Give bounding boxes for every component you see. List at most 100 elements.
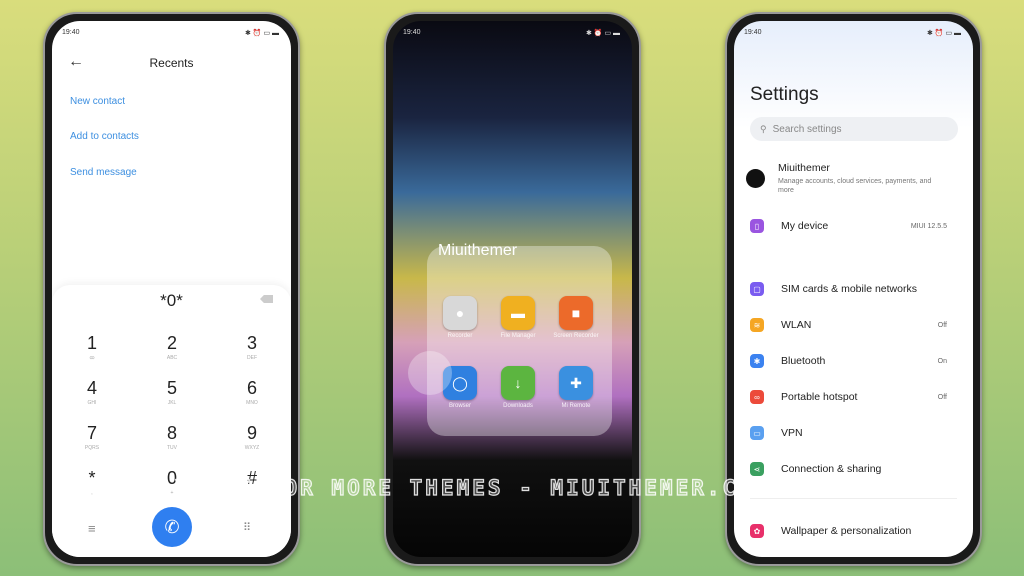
status-time: 19:40	[744, 29, 762, 36]
divider	[750, 498, 957, 499]
item-value: On	[937, 357, 947, 365]
key-digit: 3	[246, 333, 257, 353]
key-letters: ABC	[166, 355, 178, 361]
app-icon: ↓	[501, 366, 535, 400]
item-label: WLAN	[781, 319, 812, 331]
key-letters: ꝏ	[89, 355, 95, 361]
device-icon: ▯	[750, 219, 764, 233]
app-label: Recorder	[447, 333, 473, 339]
status-time: 19:40	[62, 29, 80, 36]
key-letters: DEF	[247, 355, 257, 361]
settings-item[interactable]: ⋖ Connection & sharing	[750, 459, 957, 479]
app-folder: ● Recorder ▬ File Manager ■ Screen Recorder ◯ B…	[427, 246, 612, 436]
app-label: File Manager	[500, 333, 536, 339]
search-icon: ⚲	[760, 123, 767, 134]
setting-icon: ≋	[750, 318, 764, 332]
app-icon-file-manager[interactable]: ▬ File Manager	[493, 296, 543, 340]
item-label: Wallpaper & personalization	[781, 525, 912, 537]
item-label: SIM cards & mobile networks	[781, 283, 917, 295]
account-name[interactable]: Miuithemer	[778, 162, 830, 174]
phone-icon: ✆	[164, 516, 180, 537]
status-bar: 19:40 ✱ ⏰ ▭ ▬	[744, 29, 961, 37]
item-label: My device	[781, 220, 829, 232]
dial-key[interactable]: 6 MNO	[222, 378, 282, 406]
settings-screen: 19:40 ✱ ⏰ ▭ ▬ Settings ⚲ Search settings …	[734, 21, 973, 557]
status-icons: ✱ ⏰ ▭ ▬	[585, 30, 620, 37]
key-digit: 2	[166, 333, 177, 353]
key-digit: 8	[166, 423, 177, 443]
setting-icon: ✱	[750, 354, 764, 368]
dial-key[interactable]: 9 WXYZ	[222, 423, 282, 451]
settings-item-wallpaper[interactable]: ✿ Wallpaper & personalization	[750, 521, 957, 541]
setting-icon: ▭	[750, 426, 764, 440]
app-icon-screen-recorder[interactable]: ■ Screen Recorder	[551, 296, 601, 340]
setting-icon: ⋖	[750, 462, 764, 476]
dial-key[interactable]: 1ꝏ	[62, 333, 122, 361]
status-icons: ✱ ⏰ ▭ ▬	[926, 30, 961, 37]
avatar[interactable]	[746, 169, 765, 188]
status-bar: 19:40 ✱ ⏰ ▭ ▬	[62, 29, 279, 37]
settings-item[interactable]: ▭ VPN	[750, 423, 957, 443]
app-label: Mi Remote	[561, 403, 591, 409]
app-icon: ■	[559, 296, 593, 330]
dial-key[interactable]: 4 GHI	[62, 378, 122, 406]
dial-key[interactable]: *,	[62, 468, 122, 496]
app-label: Browser	[448, 403, 471, 409]
status-icons: ✱ ⏰ ▭ ▬	[244, 30, 279, 37]
dial-key[interactable]: 3 DEF	[222, 333, 282, 361]
dial-key[interactable]: 8 TUV	[142, 423, 202, 451]
settings-item[interactable]: ✱ Bluetooth On	[750, 351, 957, 371]
search-placeholder: Search settings	[772, 123, 842, 135]
app-icon: ▬	[501, 296, 535, 330]
app-label: Screen Recorder	[553, 333, 599, 339]
item-label: VPN	[781, 427, 803, 439]
dial-key[interactable]: 2 ABC	[142, 333, 202, 361]
item-label: Bluetooth	[781, 355, 826, 367]
send-message-link[interactable]: Send message	[70, 167, 137, 178]
dialed-number: *0*	[160, 291, 183, 310]
call-button[interactable]: ✆	[152, 507, 192, 547]
app-icon-downloads[interactable]: ↓ Downloads	[493, 366, 543, 410]
key-digit: *	[88, 468, 96, 488]
app-icon: ●	[443, 296, 477, 330]
status-time: 19:40	[403, 29, 421, 36]
app-icon-mi-remote[interactable]: ✚ Mi Remote	[551, 366, 601, 410]
key-letters: MNO	[246, 400, 258, 406]
account-desc: Manage accounts, cloud services, payment…	[778, 178, 932, 194]
key-digit: 1	[86, 333, 97, 353]
dial-key[interactable]: 7 PQRS	[62, 423, 122, 451]
dialpad-toggle-icon[interactable]: ⠿	[243, 521, 251, 534]
wallpaper-icon: ✿	[750, 524, 764, 538]
settings-item[interactable]: ▢ SIM cards & mobile networks	[750, 279, 957, 299]
settings-item[interactable]: ≋ WLAN Off	[750, 315, 957, 335]
add-to-contacts-link[interactable]: Add to contacts	[70, 131, 139, 142]
floating-ball[interactable]	[408, 351, 452, 395]
new-contact-link[interactable]: New contact	[70, 96, 125, 107]
dialpad: *0* 1 ꝏ 2 ABC 3 DEF 4 GHI 5 JKL 6 MNO 7 PQRS 8 TUV 9 WXYZ…	[52, 285, 291, 557]
key-letters: PQRS	[84, 445, 100, 451]
key-digit: 6	[246, 378, 257, 398]
settings-item-my-device[interactable]: ▯ My device MIUI 12.5.5	[750, 216, 957, 236]
status-bar: 19:40 ✱ ⏰ ▭ ▬	[403, 29, 620, 37]
menu-icon[interactable]: ≡	[88, 521, 96, 536]
setting-icon: ∞	[750, 390, 764, 404]
key-letters: ,	[91, 490, 93, 496]
key-letters: TUV	[167, 445, 177, 451]
item-value: MIUI 12.5.5	[910, 222, 947, 230]
app-label: Downloads	[503, 403, 533, 409]
search-input[interactable]: ⚲ Search settings	[750, 117, 958, 141]
settings-item[interactable]: ∞ Portable hotspot Off	[750, 387, 957, 407]
page-title: Settings	[750, 84, 819, 105]
item-label: Connection & sharing	[781, 463, 882, 475]
item-value: Off	[937, 393, 947, 401]
item-label: Portable hotspot	[781, 391, 858, 403]
key-letters: WXYZ	[244, 445, 260, 451]
key-digit: 9	[246, 423, 257, 443]
key-digit: 7	[86, 423, 97, 443]
key-digit: 4	[86, 378, 97, 398]
item-value: Off	[937, 321, 947, 329]
watermark: VISIT FOR MORE THEMES - MIUITHEMER.COM	[174, 475, 770, 500]
page-title: Recents	[149, 56, 194, 70]
app-icon-recorder[interactable]: ● Recorder	[435, 296, 485, 340]
dial-key[interactable]: 5 JKL	[142, 378, 202, 406]
